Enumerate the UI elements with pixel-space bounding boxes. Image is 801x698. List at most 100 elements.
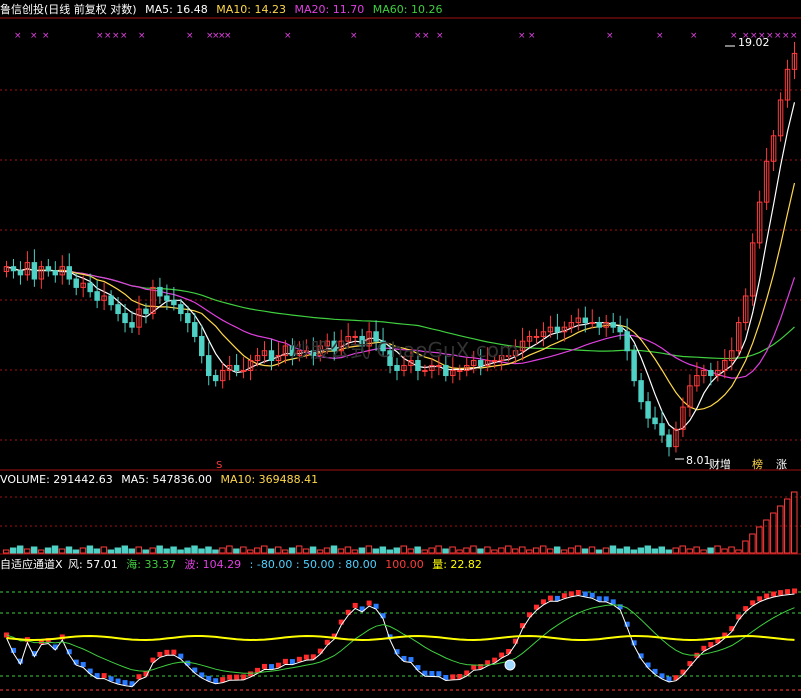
signal-cross: × [690, 31, 698, 41]
volume-bar [274, 546, 282, 554]
channel-dot [296, 656, 302, 662]
levels-label: : -80.00 : 50.00 : 80.00 [249, 558, 377, 571]
volume-bar [602, 547, 610, 554]
volume-bar [93, 548, 101, 554]
channel-dot [282, 658, 288, 664]
volume-bar [623, 546, 631, 554]
candle-body [73, 278, 79, 288]
candle-body [554, 326, 561, 333]
volume-bar [3, 549, 10, 554]
candle-body [122, 313, 128, 324]
candle-body [178, 304, 184, 315]
channel-dot [736, 614, 742, 620]
volume-bar [414, 546, 421, 554]
volume-bar [337, 548, 345, 554]
channel-dot [554, 595, 560, 601]
channel-dot [234, 674, 240, 680]
candle-body [436, 364, 442, 367]
signal-markers: × × × × × × × × × ×××× × × × × × × × × × × × × × × × × × × [14, 31, 798, 460]
channel-dot [561, 593, 567, 599]
channel-dot [771, 591, 777, 597]
candle-body [457, 369, 463, 372]
volume-bar [226, 545, 233, 554]
volume-bar [505, 545, 512, 554]
signal-cross: × [350, 31, 358, 41]
volume-bar [351, 549, 359, 554]
signal-cross: × [284, 31, 292, 41]
candle-body [17, 270, 24, 276]
wind-line [6, 593, 795, 688]
channel-dot [575, 589, 581, 595]
volume-bar [30, 546, 38, 554]
amount-label: 量: 22.82 [432, 558, 482, 571]
volume-bar [616, 548, 624, 554]
channel-dot [450, 674, 456, 680]
volume-bar [763, 519, 770, 554]
volume-bar [491, 549, 498, 554]
candle-body [199, 335, 205, 357]
volume-bar [79, 547, 87, 554]
channel-dot [268, 664, 274, 670]
volume-bar [484, 546, 491, 554]
candle-body [185, 313, 191, 324]
volume-bar [630, 549, 638, 554]
volume-bar [407, 548, 414, 554]
candle-body [143, 308, 149, 315]
channel-dot [157, 651, 163, 657]
channel-dot [262, 663, 268, 669]
candle-body [240, 369, 247, 372]
signal-cross: × [790, 31, 798, 41]
signal-cross: × [224, 31, 232, 41]
volume-bar [477, 548, 484, 554]
signal-cross: × [104, 31, 112, 41]
volume-bar [651, 548, 659, 554]
candle-body [708, 369, 714, 377]
volume-bar [735, 549, 742, 554]
volume-bar [588, 546, 596, 554]
volume-bar [205, 546, 212, 554]
channel-dot [213, 678, 219, 684]
ma20-label: MA20: 11.70 [294, 3, 365, 16]
volume-bar [247, 549, 254, 554]
volume-bar [463, 547, 470, 554]
candle-body [596, 322, 602, 328]
signal-cross: × [518, 31, 526, 41]
channel-dot [122, 680, 128, 686]
volume-bar [693, 546, 700, 554]
volume-bar [546, 548, 554, 554]
volume-bar [358, 547, 366, 554]
candle-body [192, 322, 198, 337]
volume-bar [714, 545, 721, 554]
marker-zeng: 增 [720, 457, 731, 471]
candle-body [659, 423, 665, 436]
low-price-label: 8.01 [686, 454, 711, 467]
volume-bar [365, 545, 373, 554]
channel-dot [603, 596, 609, 602]
candle-body [233, 364, 240, 371]
candle-body [31, 262, 38, 280]
candle-body [66, 266, 72, 280]
volume-bar [23, 548, 31, 554]
ma-lines [6, 102, 796, 432]
volume-bar [721, 548, 728, 554]
candle-body [631, 350, 637, 382]
volume-bar [142, 549, 149, 554]
stock-chart[interactable]: × × × × × × × × × ×××× × × × × × × × × × × × × × × × × × × 炒股公式 Cha… [0, 0, 801, 698]
volume-bar [302, 548, 310, 554]
volume-bar [449, 546, 456, 554]
volume-bar [268, 548, 275, 554]
ma10-label: MA10: 14.23 [216, 3, 287, 16]
volume-bar [595, 549, 603, 554]
candle-body [212, 375, 219, 382]
ma10-line [6, 182, 796, 411]
channel-dot [582, 591, 588, 597]
channel-dot [589, 592, 595, 598]
candle-body [610, 322, 616, 328]
s-marker: S [216, 460, 222, 471]
channel-dot [80, 662, 86, 668]
volume-bar [198, 548, 205, 554]
volume-bar [637, 547, 645, 554]
volume-bar [574, 545, 582, 554]
channel-dot [115, 678, 121, 684]
marker-zhang: 涨 [776, 458, 787, 471]
